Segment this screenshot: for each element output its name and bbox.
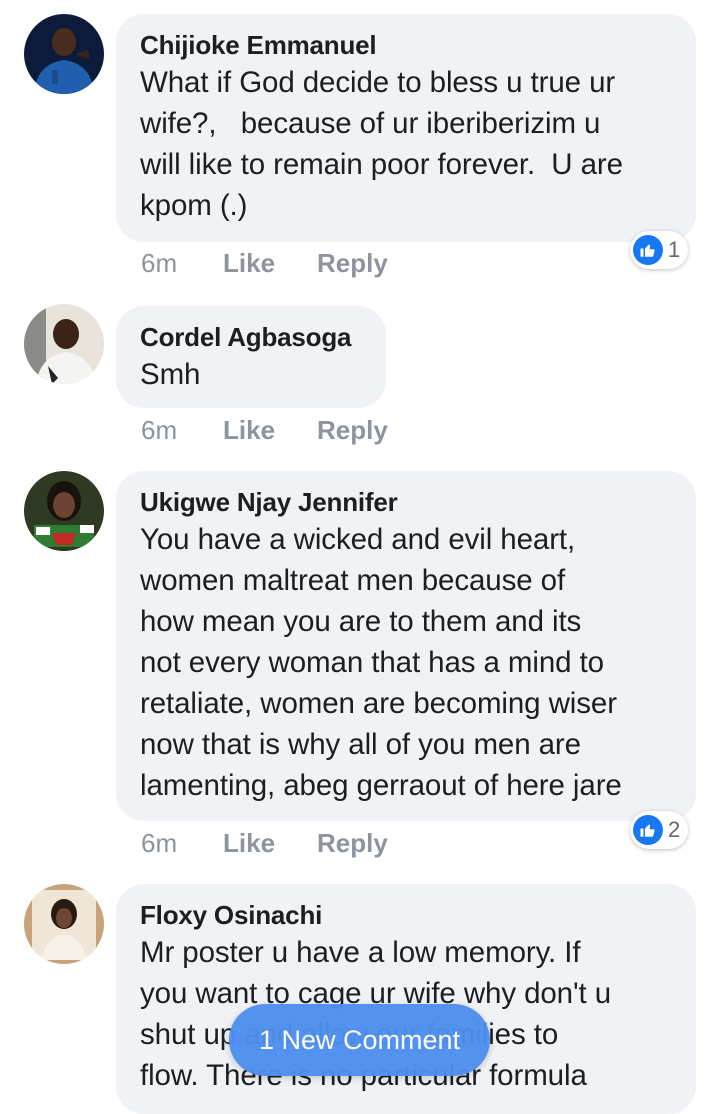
avatar[interactable] xyxy=(24,884,104,964)
comment-bubble: Floxy Osinachi Mr poster u have a low me… xyxy=(116,884,696,1114)
comment-author[interactable]: Ukigwe Njay Jennifer xyxy=(140,485,672,519)
avatar[interactable] xyxy=(24,304,104,384)
avatar[interactable] xyxy=(24,14,104,94)
thumbs-up-icon xyxy=(633,235,663,265)
thumbs-up-icon xyxy=(633,815,663,845)
reply-button[interactable]: Reply xyxy=(317,826,388,860)
like-button[interactable]: Like xyxy=(223,826,275,860)
reaction-count[interactable]: 2 xyxy=(630,811,689,849)
comment-bubble: Chijioke Emmanuel What if God decide to … xyxy=(116,14,696,242)
reply-button[interactable]: Reply xyxy=(317,413,388,447)
like-button[interactable]: Like xyxy=(223,413,275,447)
new-comment-button[interactable]: 1 New Comment xyxy=(229,1004,490,1076)
comment-bubble: Cordel Agbasoga Smh xyxy=(116,306,386,408)
comment-text: You have a wicked and evil heart, women … xyxy=(140,523,622,802)
avatar[interactable] xyxy=(24,471,104,551)
like-button[interactable]: Like xyxy=(223,246,275,280)
reaction-count[interactable]: 1 xyxy=(630,231,689,269)
comment-text: Smh xyxy=(140,358,201,391)
comment-time: 6m xyxy=(141,828,178,858)
reaction-count-value: 2 xyxy=(668,817,681,842)
comment-author[interactable]: Floxy Osinachi xyxy=(140,898,672,932)
reply-button[interactable]: Reply xyxy=(317,246,388,280)
reaction-count-value: 1 xyxy=(668,237,681,262)
comment-author[interactable]: Cordel Agbasoga xyxy=(140,320,362,354)
comment-text: What if God decide to bless u true ur wi… xyxy=(140,66,623,222)
comment-time: 6m xyxy=(141,248,178,278)
comment-bubble: Ukigwe Njay Jennifer You have a wicked a… xyxy=(116,471,696,821)
comment-time: 6m xyxy=(141,415,178,445)
comment-author[interactable]: Chijioke Emmanuel xyxy=(140,28,672,62)
